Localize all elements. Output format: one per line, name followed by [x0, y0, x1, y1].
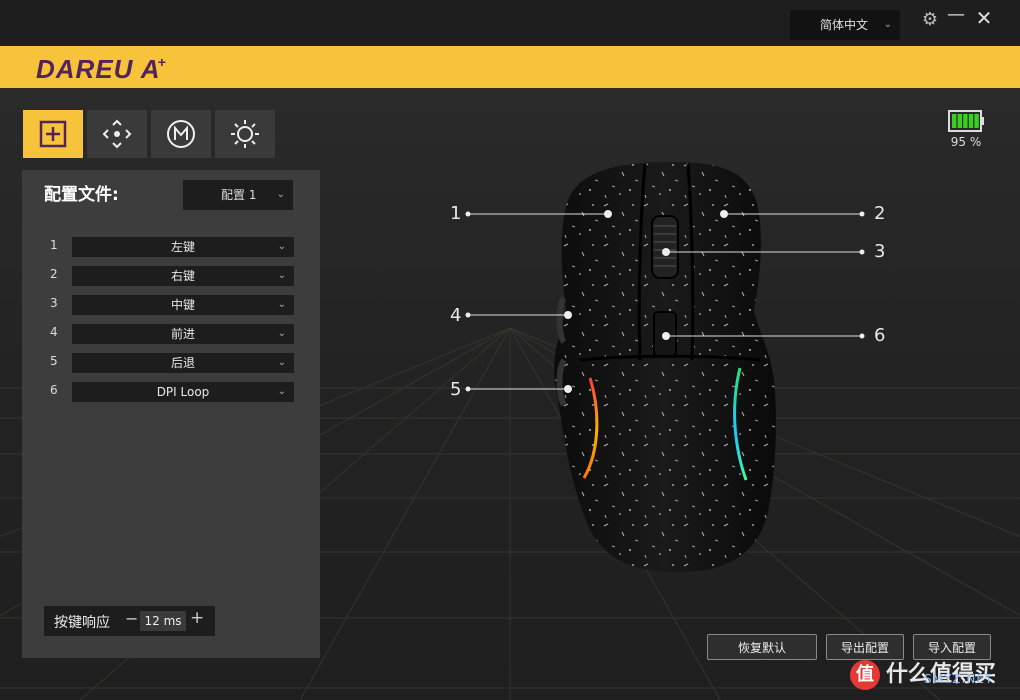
arrows-icon [102, 119, 132, 149]
key-assign-select[interactable]: DPI Loop ⌄ [72, 382, 294, 402]
battery-icon [948, 110, 984, 132]
mouse-illustration [465, 162, 865, 572]
close-button[interactable]: ✕ [972, 6, 996, 30]
watermark-sub: SMYZ.NET [924, 672, 994, 686]
gear-icon[interactable]: ⚙ [918, 9, 942, 30]
callout-6: 6 [874, 325, 886, 346]
dareu-logo: DAREU A+ [36, 54, 167, 85]
chevron-down-icon: ⌄ [277, 357, 286, 368]
key-assign-value: 后退 [170, 356, 195, 370]
callout-4: 4 [450, 305, 462, 326]
key-number: 3 [50, 296, 58, 310]
macro-m-icon [167, 120, 195, 148]
watermark-badge: 值 [850, 660, 880, 690]
battery-cell [963, 114, 968, 128]
tab-macro[interactable] [151, 110, 211, 158]
key-assign-value: DPI Loop [156, 385, 210, 399]
sun-icon [231, 120, 259, 148]
brand-band: DAREU A+ [0, 46, 1020, 88]
restore-defaults-button[interactable]: 恢复默认 [707, 634, 817, 660]
battery-cell [957, 114, 962, 128]
key-assign-select[interactable]: 左键 ⌄ [72, 237, 294, 257]
language-select[interactable]: 简体中文 ⌄ [790, 10, 900, 40]
callout-3: 3 [874, 241, 886, 262]
profile-select[interactable]: 配置 1 ⌄ [183, 180, 293, 210]
chevron-down-icon: ⌄ [277, 241, 286, 252]
response-time-control: 按键响应 − 12 ms + [44, 606, 215, 636]
callout-1: 1 [450, 203, 462, 224]
battery-cell [952, 114, 957, 128]
key-assign-select[interactable]: 右键 ⌄ [72, 266, 294, 286]
battery-percent: 95 % [950, 135, 982, 149]
chevron-down-icon: ⌄ [883, 19, 892, 30]
key-row: 6 DPI Loop ⌄ [22, 382, 320, 402]
tab-lighting[interactable] [215, 110, 275, 158]
plus-square-icon [39, 120, 67, 148]
tab-dpi[interactable] [87, 110, 147, 158]
key-number: 6 [50, 383, 58, 397]
minimize-button[interactable]: — [944, 4, 968, 25]
callout-5: 5 [450, 379, 462, 400]
key-assign-value: 左键 [170, 240, 195, 254]
key-assign-select[interactable]: 前进 ⌄ [72, 324, 294, 344]
chevron-down-icon: ⌄ [277, 299, 286, 310]
key-number: 1 [50, 238, 58, 252]
key-row: 2 右键 ⌄ [22, 266, 320, 286]
title-bar: 简体中文 ⌄ ⚙ — ✕ [0, 0, 1020, 46]
key-assign-value: 右键 [170, 269, 195, 283]
profile-select-value: 配置 1 [221, 188, 257, 202]
key-row: 4 前进 ⌄ [22, 324, 320, 344]
response-value[interactable]: 12 ms [140, 611, 186, 631]
response-decrease-button[interactable]: − [125, 609, 138, 628]
key-assign-value: 中键 [170, 298, 195, 312]
watermark: 值什么值得买 SMYZ.NET [850, 656, 996, 690]
chevron-down-icon: ⌄ [277, 328, 286, 339]
key-row: 3 中键 ⌄ [22, 295, 320, 315]
key-assign-select[interactable]: 后退 ⌄ [72, 353, 294, 373]
battery-cell [974, 114, 979, 128]
profile-label: 配置文件: [44, 185, 119, 205]
key-number: 5 [50, 354, 58, 368]
tab-buttons[interactable] [23, 110, 83, 158]
key-assign-select[interactable]: 中键 ⌄ [72, 295, 294, 315]
key-assign-value: 前进 [170, 327, 195, 341]
battery-cell [968, 114, 974, 128]
key-number: 4 [50, 325, 58, 339]
response-label: 按键响应 [54, 615, 110, 631]
response-increase-button[interactable]: + [190, 608, 204, 628]
logo-text: DAREU A [36, 54, 161, 84]
chevron-down-icon: ⌄ [277, 270, 286, 281]
logo-plus: + [157, 54, 167, 70]
key-number: 2 [50, 267, 58, 281]
callout-2: 2 [874, 203, 886, 224]
chevron-down-icon: ⌄ [276, 189, 285, 200]
key-row: 1 左键 ⌄ [22, 237, 320, 257]
chevron-down-icon: ⌄ [277, 386, 286, 397]
key-row: 5 后退 ⌄ [22, 353, 320, 373]
button-config-panel: 配置文件: 配置 1 ⌄ 1 左键 ⌄ 2 右键 ⌄ 3 中键 ⌄ 4 前进 ⌄… [22, 170, 320, 658]
language-select-value: 简体中文 [820, 18, 869, 32]
